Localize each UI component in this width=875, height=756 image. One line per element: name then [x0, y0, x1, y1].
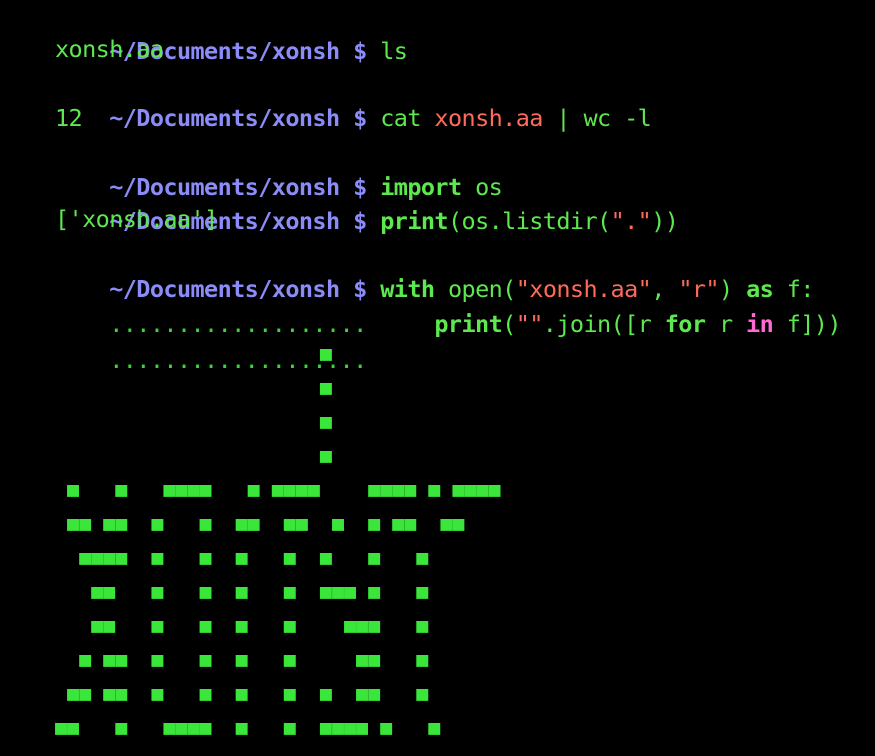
keyword-for: for: [664, 310, 706, 338]
art-row: ■: [55, 443, 332, 467]
command-string: "": [515, 310, 544, 338]
command-text: )): [651, 207, 679, 235]
art-row: ■: [55, 409, 332, 433]
command-text: f])): [773, 310, 842, 338]
terminal-line-8: ~/Documents/xonsh $ with open("xonsh.aa"…: [55, 238, 814, 303]
art-row: ■■ ■ ■ ■ ■ ■■■ ■: [55, 613, 429, 637]
terminal-output-3: ['xonsh.aa']: [55, 205, 218, 233]
art-row: ■ ■■ ■ ■ ■ ■ ■■ ■: [55, 647, 429, 671]
keyword-print: print: [434, 310, 503, 338]
command-text: .join([r: [542, 310, 665, 338]
command-text: cat: [380, 104, 435, 132]
command-text: ls: [380, 37, 408, 65]
art-row: ■ ■ ■■■■ ■ ■■■■ ■■■■ ■ ■■■■: [55, 477, 501, 501]
art-row: ■: [55, 341, 332, 365]
art-row: ■■■■ ■ ■ ■ ■ ■ ■ ■: [55, 545, 429, 569]
terminal-output-2: 12: [55, 104, 83, 132]
command-string: ".": [610, 207, 652, 235]
command-string: xonsh.aa: [434, 104, 543, 132]
command-text: (os.listdir(: [447, 207, 611, 235]
prompt-dollar: $: [353, 104, 367, 132]
keyword-print: print: [380, 207, 448, 235]
art-row: ■■ ■ ■ ■ ■ ■■■ ■ ■: [55, 579, 429, 603]
command-text: r: [705, 310, 747, 338]
keyword-in: in: [746, 310, 774, 338]
art-row: ■: [55, 375, 332, 399]
prompt-dollar: $: [353, 207, 367, 235]
terminal-output-1: xonsh.aa: [55, 35, 164, 63]
prompt-path: ~/Documents/xonsh: [109, 104, 340, 132]
terminal-window[interactable]: ~/Documents/xonsh $ ls xonsh.aa ~/Docume…: [0, 0, 875, 756]
art-row: ■■ ■■ ■ ■ ■■ ■■ ■ ■ ■■ ■■: [55, 511, 465, 535]
art-row: ■■ ■■ ■ ■ ■ ■ ■ ■■ ■: [55, 681, 429, 705]
terminal-line-9: ................... print("".join([r for…: [55, 273, 841, 338]
terminal-line-1: ~/Documents/xonsh $ ls: [55, 0, 408, 65]
art-row: ■■ ■ ■■■■ ■ ■ ■■■■ ■ ■: [55, 715, 441, 739]
command-text: (: [502, 310, 516, 338]
terminal-line-3: ~/Documents/xonsh $ cat xonsh.aa | wc -l: [55, 67, 652, 132]
terminal-line-6: ~/Documents/xonsh $ print(os.listdir("."…: [55, 170, 679, 235]
prompt-dollar: $: [353, 37, 367, 65]
terminal-line-5: ~/Documents/xonsh $ import os: [55, 136, 503, 201]
ascii-art-output: ■ ■ ■ ■ ■ ■ ■■■■ ■ ■■■■ ■■■■ ■ ■■■■ ■■ ■…: [55, 336, 501, 744]
command-text: | wc -l: [542, 104, 652, 132]
